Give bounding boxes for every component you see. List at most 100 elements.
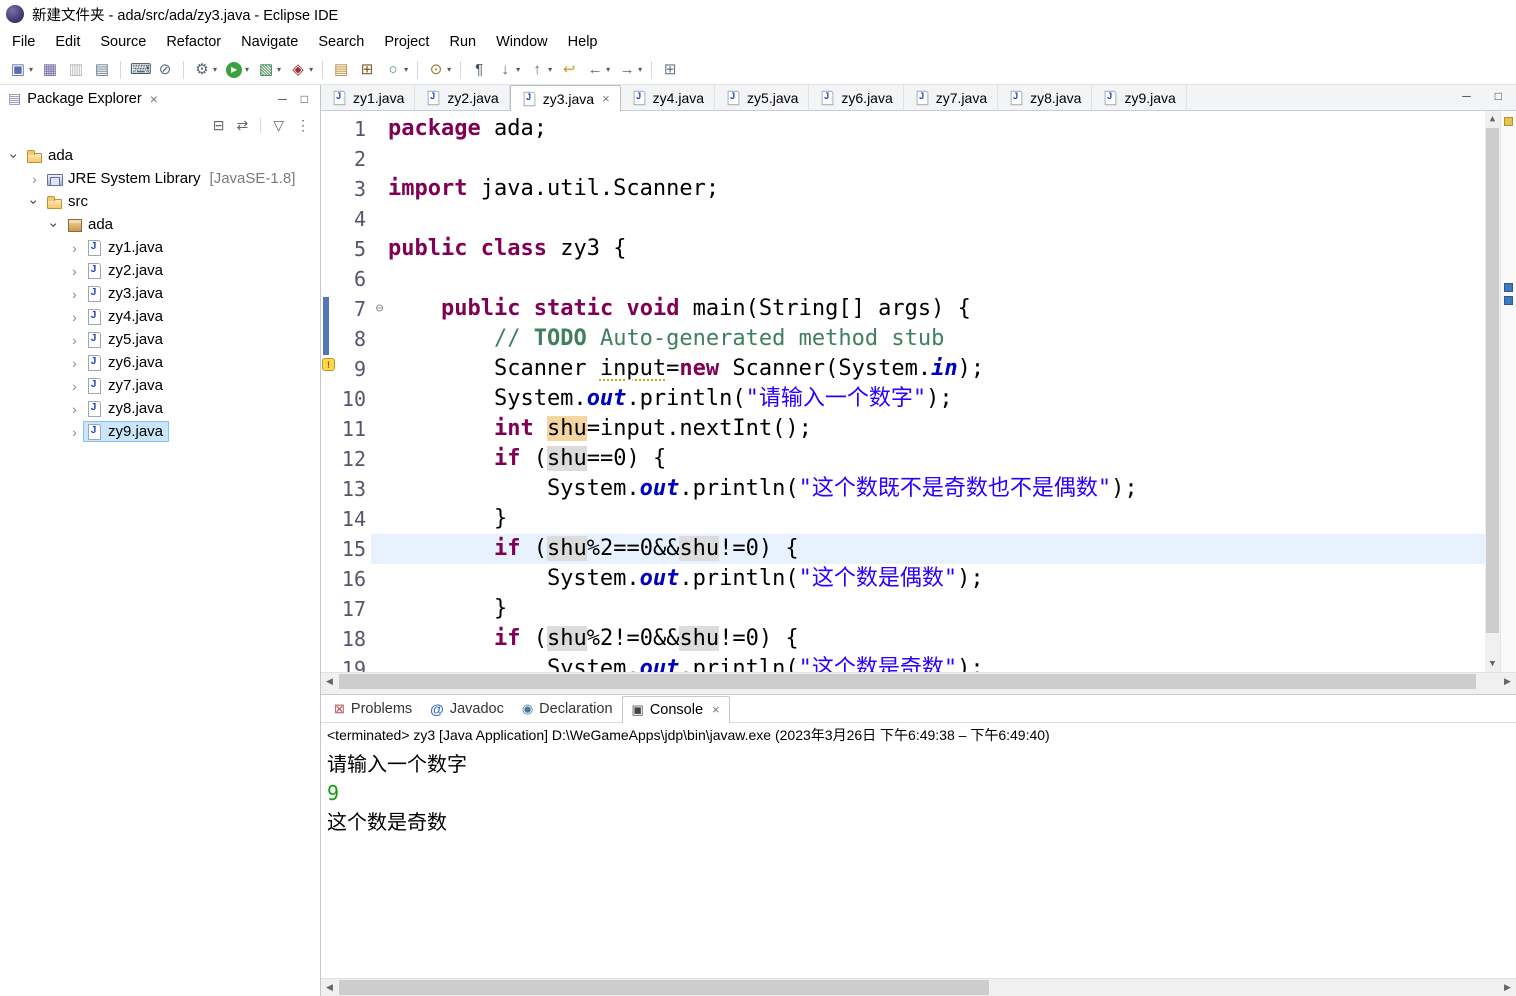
print-button[interactable]: ▤ [90,58,114,82]
scroll-left-icon[interactable]: ◀ [321,673,338,690]
tree-item-zy7.java[interactable]: › zy7.java [0,374,320,397]
tree-item-zy9.java[interactable]: › zy9.java [0,420,320,443]
tree-item-zy8.java[interactable]: › zy8.java [0,397,320,420]
menu-edit[interactable]: Edit [45,30,90,54]
dropdown-arrow-icon[interactable]: ▾ [29,65,33,74]
menu-help[interactable]: Help [558,30,608,54]
menu-file[interactable]: File [2,30,45,54]
code-text[interactable]: System.out.println("这个数是偶数"); [388,564,1485,594]
tree-item-zy5.java[interactable]: › zy5.java [0,328,320,351]
scroll-right-icon[interactable]: ▶ [1499,979,1516,996]
coverage-button[interactable]: ▧ ▾ [254,58,284,82]
expand-arrow-icon[interactable]: › [66,263,83,279]
scroll-down-icon[interactable]: ▼ [1485,656,1500,672]
warning-marker-icon[interactable]: ! [322,358,335,371]
back-button[interactable]: ← ▾ [583,58,613,82]
minimize-editor-button[interactable]: ─ [1458,89,1475,103]
save-all-button[interactable]: ▥ [64,58,88,82]
code-text[interactable]: Scanner input=new Scanner(System.in); [388,354,1485,384]
expand-arrow-icon[interactable]: › [26,171,43,187]
editor-horizontal-scrollbar[interactable]: ◀ ▶ [321,672,1516,690]
line-number[interactable]: 18 [321,624,371,654]
expand-arrow-icon[interactable]: › [66,378,83,394]
editor-tab-zy5.java[interactable]: zy5.java [715,85,810,110]
vertical-scroll-thumb[interactable] [1486,128,1499,633]
code-text[interactable] [388,204,1485,234]
previous-annotation-button[interactable]: ↑ ▾ [525,58,555,82]
code-lines[interactable]: 1 package ada; 2 3 import java.util.Scanner;… [321,111,1485,672]
run-button[interactable]: ▶ ▾ [222,58,252,82]
dropdown-arrow-icon[interactable]: ▾ [277,65,281,74]
line-number[interactable]: 6 [321,264,371,294]
code-text[interactable]: // TODO Auto-generated method stub [388,324,1485,354]
collapse-arrow-icon[interactable]: › [27,193,43,210]
tab-problems[interactable]: ⊠ Problems [325,695,421,722]
tab-javadoc[interactable]: @ Javadoc [421,695,513,722]
dropdown-arrow-icon[interactable]: ▾ [638,65,642,74]
link-with-editor-button[interactable]: ⇄ [236,117,248,134]
editor-tab-zy3.java[interactable]: zy3.java × [509,85,621,111]
code-editor[interactable]: ! 1 package ada; 2 3 import java.util.Scanne… [321,111,1516,672]
code-text[interactable]: public class zy3 { [388,234,1485,264]
expand-arrow-icon[interactable]: › [66,332,83,348]
code-text[interactable]: public static void main(String[] args) { [388,294,1485,324]
console-horizontal-scrollbar[interactable]: ◀ ▶ [321,978,1516,996]
minimize-view-button[interactable]: ─ [274,92,291,106]
maximize-editor-button[interactable]: □ [1491,89,1506,103]
overview-mark[interactable] [1504,117,1513,126]
forward-button[interactable]: → ▾ [615,58,645,82]
scroll-left-icon[interactable]: ◀ [321,979,338,996]
line-number[interactable]: 17 [321,594,371,624]
last-edit-location-button[interactable]: ↩ [557,58,581,82]
scroll-up-icon[interactable]: ▲ [1485,111,1500,127]
new-class-button[interactable]: ○ ▾ [381,58,411,82]
dropdown-arrow-icon[interactable]: ▾ [309,65,313,74]
dropdown-arrow-icon[interactable]: ▾ [548,65,552,74]
code-text[interactable]: import java.util.Scanner; [388,174,1485,204]
line-number[interactable]: 2 [321,144,371,174]
view-menu-button[interactable]: ⋮ [296,117,310,134]
menu-source[interactable]: Source [90,30,156,54]
new-package-button[interactable]: ⊞ [355,58,379,82]
show-whitespace-button[interactable]: ¶ [467,58,491,82]
tab-declaration[interactable]: ◉ Declaration [513,695,622,722]
console-output[interactable]: 请输入一个数字 9 这个数是奇数 [321,747,1516,978]
tree-item-ada[interactable]: › ada [0,213,320,236]
overview-ruler[interactable] [1500,111,1516,672]
dropdown-arrow-icon[interactable]: ▾ [516,65,520,74]
menu-search[interactable]: Search [308,30,374,54]
collapse-arrow-icon[interactable]: › [47,216,63,233]
code-text[interactable]: if (shu==0) { [388,444,1485,474]
line-number[interactable]: 10 [321,384,371,414]
dropdown-arrow-icon[interactable]: ▾ [606,65,610,74]
code-text[interactable]: } [388,504,1485,534]
external-tools-button[interactable]: ⚙ ▾ [190,58,220,82]
line-number[interactable]: 5 [321,234,371,264]
line-number[interactable]: 15 [321,534,371,564]
close-tab-icon[interactable]: × [712,702,720,717]
new-wizard-button[interactable]: ▣ ▾ [6,58,36,82]
menu-project[interactable]: Project [374,30,439,54]
line-number[interactable]: 11 [321,414,371,444]
tree-item-ada[interactable]: › ada [0,144,320,167]
line-number[interactable]: 19 [321,654,371,672]
menu-window[interactable]: Window [486,30,558,54]
code-text[interactable] [388,264,1485,294]
pin-editor-button[interactable]: ⊞ [658,58,682,82]
code-text[interactable]: } [388,594,1485,624]
line-number[interactable]: 4 [321,204,371,234]
editor-tab-zy8.java[interactable]: zy8.java [998,85,1093,110]
code-text[interactable]: if (shu%2!=0&&shu!=0) { [388,624,1485,654]
code-text[interactable]: int shu=input.nextInt(); [388,414,1485,444]
tree-item-zy1.java[interactable]: › zy1.java [0,236,320,259]
expand-arrow-icon[interactable]: › [66,309,83,325]
skip-all-breakpoints-button[interactable]: ⊘ [153,58,177,82]
line-number[interactable]: 13 [321,474,371,504]
editor-tab-zy6.java[interactable]: zy6.java [809,85,904,110]
line-number[interactable]: 12 [321,444,371,474]
dropdown-arrow-icon[interactable]: ▾ [404,65,408,74]
expand-arrow-icon[interactable]: › [66,286,83,302]
editor-tab-zy9.java[interactable]: zy9.java [1092,85,1187,110]
menu-run[interactable]: Run [439,30,486,54]
code-text[interactable]: package ada; [388,114,1485,144]
